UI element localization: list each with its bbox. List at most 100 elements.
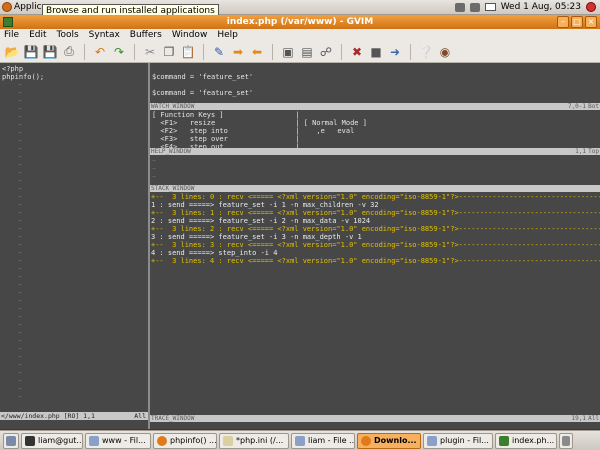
task-button-active[interactable]: Downlo... [357,432,421,449]
watch-command[interactable]: $command = 'feature_set' [152,73,253,81]
stack-line[interactable]: 3 : send =====> feature_set -i 3 -n max_… [151,233,600,241]
mail-icon[interactable] [484,3,496,11]
watch-window[interactable]: $command = 'feature_set' $command = 'fea… [150,63,600,103]
stack-line[interactable]: +-- 3 lines: 4 : recv <===== <?xml versi… [151,257,600,265]
window-controls: – □ × [557,16,597,28]
task-button[interactable]: www - Fil... [85,432,151,449]
tilde-marker: ~ [18,113,23,121]
applications-menu[interactable]: Applic [2,1,42,13]
menu-edit[interactable]: Edit [29,30,46,40]
editor-area[interactable]: <?php phpinfo(); ~ ~ ~ ~ ~ ~ ~ ~ ~ ~ ~ ~ ~ ~ ~ ~ ~ ~ ~ ~ ~ ~ ~… [0,63,600,429]
toolbar: 📂 💾 💾 ⎙ ↶ ↷ ✂ ❐ 📋 ✎ ➡ ⬅ ▣ ▤ ☍ ✖ ■ ➜ ❔ ◉ [0,41,600,63]
menu-buffers[interactable]: Buffers [130,30,162,40]
tilde-marker: ~ [18,297,23,305]
trace-status-pos: 19,1 [571,415,586,422]
menu-help[interactable]: Help [217,30,238,40]
find-next-icon[interactable]: ➡ [230,44,246,60]
code-line[interactable]: phpinfo(); [2,73,44,81]
tilde-marker: ~ [18,313,23,321]
folder-icon [295,435,305,446]
tilde-marker: ~ [18,209,23,217]
stack-log[interactable]: +-- 3 lines: 0 : recv <===== <?xml versi… [151,193,600,265]
save-icon[interactable]: 💾 [23,44,39,60]
menu-tools[interactable]: Tools [57,30,79,40]
stack-window[interactable]: +-- 3 lines: 0 : recv <===== <?xml versi… [150,192,600,415]
trash-button[interactable] [559,432,573,449]
code-line[interactable]: <?php [2,65,44,73]
tilde-marker: ~ [18,89,23,97]
debugger-pane: $command = 'feature_set' $command = 'fea… [150,63,600,429]
source-status-pos: All [134,412,146,420]
stack-line[interactable]: 1 : send =====> feature_set -i 1 -n max_… [151,201,600,209]
network-icon[interactable] [454,2,465,12]
find-prev-icon[interactable]: ⬅ [249,44,265,60]
trash-icon [562,435,570,446]
redo-icon[interactable]: ↷ [111,44,127,60]
find-help-icon[interactable]: ◉ [437,44,453,60]
tilde-marker: ~ [18,169,23,177]
ctags-icon[interactable]: ➜ [387,44,403,60]
open-icon[interactable]: 📂 [4,44,20,60]
help-window[interactable]: [ Function Keys ] | <F1> resize | [ Norm… [150,110,600,151]
watch-command[interactable]: $command = 'feature_set' [152,89,253,97]
tilde-marker: ~ [18,289,23,297]
task-label: *php.ini (/... [236,436,284,445]
copy-icon[interactable]: ❐ [161,44,177,60]
print-icon[interactable]: ⎙ [61,44,77,60]
window-titlebar[interactable]: index.php (/var/www) - GVIM – □ × [0,15,600,29]
source-code[interactable]: <?php phpinfo(); ~ ~ ~ ~ ~ ~ ~ ~ ~ ~ ~ ~ ~ ~ ~ ~ ~ ~ ~ ~ ~ ~ ~… [2,65,44,401]
undo-icon[interactable]: ↶ [92,44,108,60]
task-label: plugin - Fil... [440,436,489,445]
cut-icon[interactable]: ✂ [142,44,158,60]
tilde-marker: ~ [18,185,23,193]
ubuntu-logo-icon [2,2,12,12]
stack-line[interactable]: +-- 3 lines: 0 : recv <===== <?xml versi… [151,193,600,201]
close-button[interactable]: × [585,16,597,28]
taskbar: liam@gut... www - Fil... phpinfo() ... *… [0,430,600,450]
source-pane[interactable]: <?php phpinfo(); ~ ~ ~ ~ ~ ~ ~ ~ ~ ~ ~ ~ ~ ~ ~ ~ ~ ~ ~ ~ ~ ~ ~… [0,63,148,411]
source-status-file: </www/index.php [RO] 1,1 [1,412,95,420]
menu-file[interactable]: File [4,30,19,40]
task-button[interactable]: liam@gut... [21,432,83,449]
menu-window[interactable]: Window [172,30,208,40]
save-all-icon[interactable]: 💾 [42,44,58,60]
stack-line[interactable]: +-- 3 lines: 1 : recv <===== <?xml versi… [151,209,600,217]
volume-icon[interactable] [469,2,480,12]
task-button[interactable]: *php.ini (/... [219,432,289,449]
task-button[interactable]: index.ph... [495,432,557,449]
tilde-marker: ~ [18,105,23,113]
blank-window[interactable]: ~ ~ ~ [150,155,600,185]
clock[interactable]: Wed 1 Aug, 05:23 [501,2,581,12]
text-editor-icon [223,435,233,446]
paste-icon[interactable]: 📋 [180,44,196,60]
tilde-marker: ~ [18,81,23,89]
menu-syntax[interactable]: Syntax [89,30,120,40]
help-status-scroll: Top [588,148,599,155]
maximize-button[interactable]: □ [571,16,583,28]
minimize-button[interactable]: – [557,16,569,28]
watch-status-pos: 7,0-1 [567,103,586,110]
task-button[interactable]: liam - File ... [291,432,355,449]
tilde-marker: ~ [18,273,23,281]
load-session-icon[interactable]: ▣ [280,44,296,60]
show-desktop-button[interactable] [3,432,19,449]
save-session-icon[interactable]: ▤ [299,44,315,60]
task-button[interactable]: phpinfo() ... [153,432,217,449]
make-icon[interactable]: ✖ [349,44,365,60]
toolbar-separator [84,43,85,60]
stack-line[interactable]: 2 : send =====> feature_set -i 2 -n max_… [151,217,600,225]
find-replace-icon[interactable]: ✎ [211,44,227,60]
tilde-marker: ~ [18,129,23,137]
tilde-marker: ~ [152,165,157,173]
power-icon[interactable] [586,2,596,12]
shell-icon[interactable]: ■ [368,44,384,60]
help-icon[interactable]: ❔ [418,44,434,60]
task-label: www - Fil... [102,436,146,445]
run-script-icon[interactable]: ☍ [318,44,334,60]
tilde-marker: ~ [18,193,23,201]
menu-bar: File Edit Tools Syntax Buffers Window He… [0,29,600,41]
stack-line[interactable]: +-- 3 lines: 3 : recv <===== <?xml versi… [151,241,600,249]
stack-line[interactable]: 4 : send =====> step_into -i 4 [151,249,600,257]
stack-line[interactable]: +-- 3 lines: 2 : recv <===== <?xml versi… [151,225,600,233]
task-button[interactable]: plugin - Fil... [423,432,493,449]
